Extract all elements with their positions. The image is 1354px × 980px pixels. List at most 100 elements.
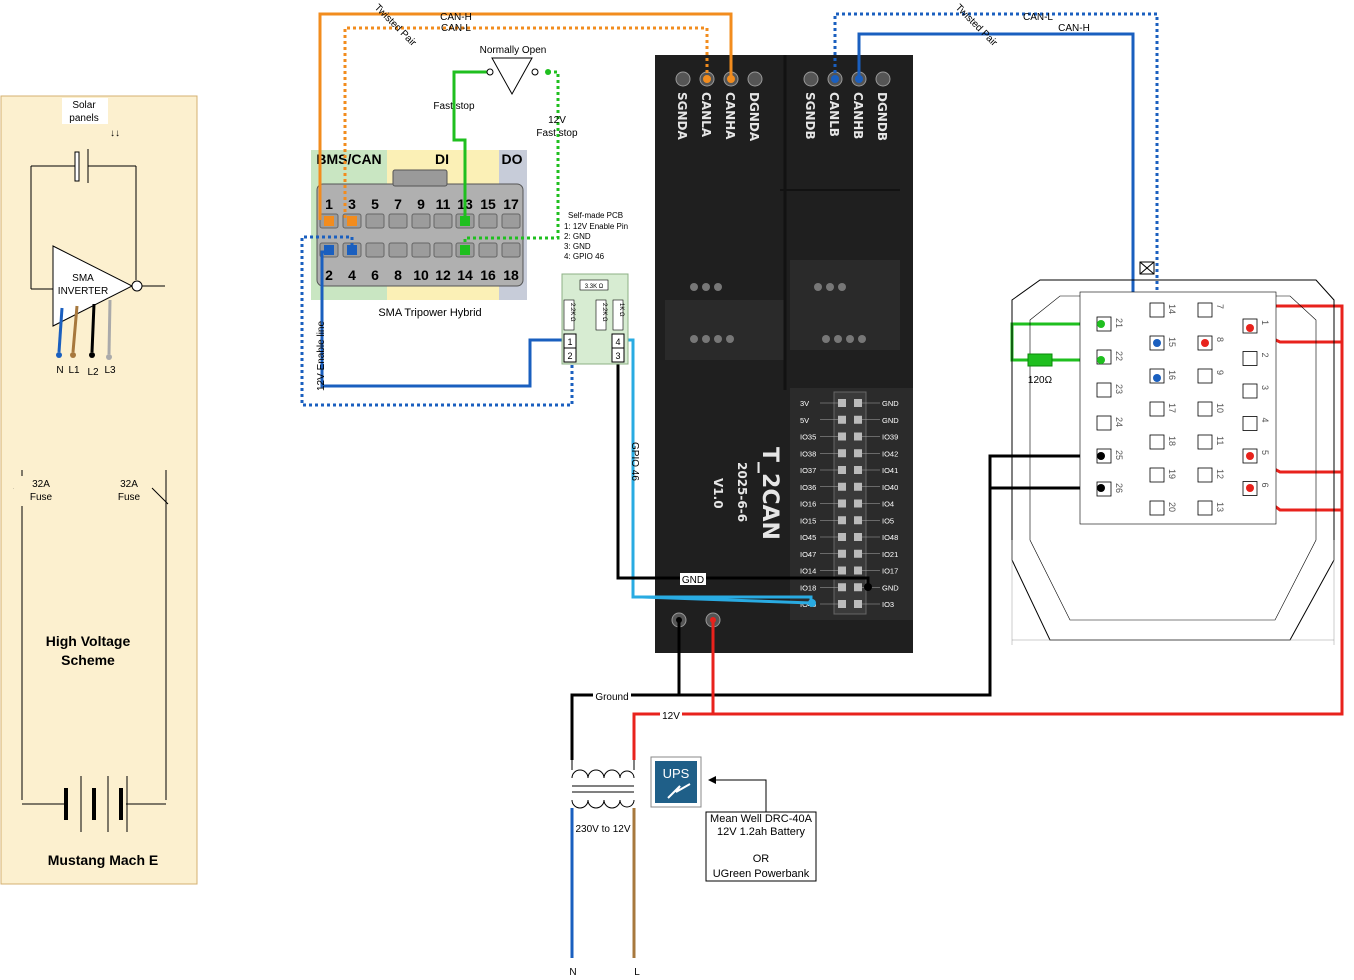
- pcb-pin-4: 4: GPIO 46: [564, 252, 605, 261]
- io-right-label: GND: [882, 416, 899, 425]
- car-pin-label: 11: [1215, 436, 1225, 445]
- car-pin-label: 19: [1167, 469, 1177, 479]
- t2can-pin-label: CANLA: [699, 92, 713, 138]
- car-pin-label: 10: [1215, 403, 1225, 413]
- ups-line1: Mean Well DRC-40A: [710, 813, 813, 825]
- transformer-label: 230V to 12V: [575, 824, 630, 835]
- io-right-label: IO48: [882, 533, 898, 542]
- v12-label: 12V: [662, 711, 680, 722]
- sma-pin-top-label: 17: [503, 196, 519, 212]
- car-pin-label: 8: [1215, 337, 1225, 342]
- car-pin-label: 9: [1215, 370, 1225, 375]
- can-h-label-right: CAN-H: [1058, 23, 1090, 34]
- car-pin-label: 5: [1260, 450, 1270, 455]
- car-pin-label: 16: [1167, 370, 1177, 380]
- sma-pin-bottom-label: 10: [413, 267, 429, 283]
- car-pin-label: 21: [1114, 318, 1124, 328]
- sma-pin-top-label: 15: [480, 196, 496, 212]
- sma-pin-top-label: 7: [394, 196, 402, 212]
- t2can-pin-label: CANHB: [851, 92, 865, 139]
- header-do: DO: [502, 151, 523, 167]
- io-left-label: 5V: [800, 416, 809, 425]
- car-pin-label: 7: [1215, 304, 1225, 309]
- fast-stop-12v-label-2: Fast stop: [536, 128, 578, 139]
- resistor-r4: 1K Ω: [618, 303, 624, 317]
- solar-label-1: Solar: [72, 100, 96, 111]
- hv-title-line2: Scheme: [61, 652, 115, 668]
- car-pin-label: 18: [1167, 436, 1177, 446]
- sma-pin-top-label: 1: [325, 196, 333, 212]
- car-pin-label: 15: [1167, 337, 1177, 347]
- io-right-label: IO17: [882, 567, 898, 576]
- car-pin-label: 22: [1114, 351, 1124, 361]
- ups-alt: UGreen Powerbank: [713, 868, 810, 880]
- phase-label-l3: L3: [104, 365, 116, 376]
- car-pin-label: 14: [1167, 304, 1177, 314]
- sma-pin-top-label: 3: [348, 196, 356, 212]
- io-right-label: IO3: [882, 600, 894, 609]
- t2can-pin-label: DGNDB: [875, 92, 889, 141]
- gpio46-label: GPIO 46: [629, 442, 640, 481]
- t2can-pin-label: CANLB: [827, 92, 841, 137]
- t2can-pin-label: DGNDA: [747, 92, 761, 142]
- ground-label: Ground: [595, 692, 628, 703]
- normally-open-switch: [486, 57, 551, 96]
- normally-open-label: Normally Open: [480, 45, 547, 56]
- io-left-label: IO35: [800, 433, 816, 442]
- sma-pin-top-label: 9: [417, 196, 425, 212]
- phase-label-l2: L2: [87, 367, 99, 378]
- sma-pin-bottom-label: 16: [480, 267, 496, 283]
- inverter-label-2: INVERTER: [58, 286, 108, 297]
- resistor-r3: 2.2K Ω: [601, 303, 607, 322]
- high-voltage-panel: Solar panels ↓↓ SMA INVERTER N L1 L2 L3: [0, 95, 198, 885]
- car-pin-label: 1: [1260, 320, 1270, 325]
- car-pin-label: 6: [1260, 483, 1270, 488]
- pcb-num-3: 3: [615, 351, 620, 361]
- pcb-num-1: 1: [567, 337, 572, 347]
- car-pin-label: 25: [1114, 450, 1124, 460]
- pcb-num-2: 2: [567, 351, 572, 361]
- io-right-label: IO40: [882, 483, 898, 492]
- car-pin-label: 2: [1260, 353, 1270, 358]
- sma-pin-bottom-label: 18: [503, 267, 519, 283]
- fuse-right-label-2: Fuse: [118, 492, 141, 503]
- car-pin-label: 4: [1260, 418, 1270, 423]
- phase-label-n: N: [56, 365, 63, 376]
- sunlight-icon: ↓↓: [110, 128, 120, 139]
- car-pin-label: 13: [1215, 502, 1225, 512]
- ups-or: OR: [753, 853, 770, 865]
- enable-line-label: 12V Enable line: [316, 321, 327, 391]
- io-left-label: IO38: [800, 449, 816, 458]
- can-l-label-right: CAN-L: [1023, 12, 1053, 23]
- fuse-left-label-2: Fuse: [30, 492, 53, 503]
- resistor-r2: 2.2K Ω: [569, 303, 575, 322]
- io-right-label: IO39: [882, 433, 898, 442]
- sma-pin-top-label: 11: [436, 196, 451, 212]
- board-version: V1.0: [711, 478, 725, 509]
- io-right-label: IO4: [882, 500, 894, 509]
- io-left-label: IO15: [800, 516, 816, 525]
- io-left-label: IO45: [800, 533, 816, 542]
- car-pin-label: 17: [1167, 403, 1177, 413]
- solar-label-2: panels: [69, 113, 98, 124]
- pcb-pin-2: 2: GND: [564, 232, 591, 241]
- transformer: [571, 760, 635, 809]
- hv-title-line1: High Voltage: [46, 633, 131, 649]
- car-pin-label: 12: [1215, 469, 1225, 479]
- io-left-label: IO14: [800, 567, 816, 576]
- pcb-pin-1: 1: 12V Enable Pin: [564, 222, 628, 231]
- fuse-right-label-1: 32A: [120, 479, 138, 490]
- car-pin-label: 20: [1167, 502, 1177, 512]
- io-left-label: IO47: [800, 550, 816, 559]
- t2can-pin-label: SGNDA: [675, 92, 689, 140]
- car-model-label: Mustang Mach E: [48, 852, 158, 868]
- self-made-pcb: Self-made PCB 1: 12V Enable Pin 2: GND 3…: [561, 211, 629, 365]
- io-left-label: IO18: [800, 583, 816, 592]
- car-connector: 2122232425261415161718192078910111213123…: [1011, 261, 1335, 645]
- io-left-label: 3V: [800, 399, 809, 408]
- car-pin-label: 3: [1260, 385, 1270, 390]
- ups-block: UPS Mean Well DRC-40A 12V 1.2ah Battery …: [650, 756, 817, 882]
- board-name: T_2CAN: [757, 447, 782, 540]
- board-date: 2025-6-6: [735, 462, 749, 522]
- io-right-label: IO21: [882, 550, 898, 559]
